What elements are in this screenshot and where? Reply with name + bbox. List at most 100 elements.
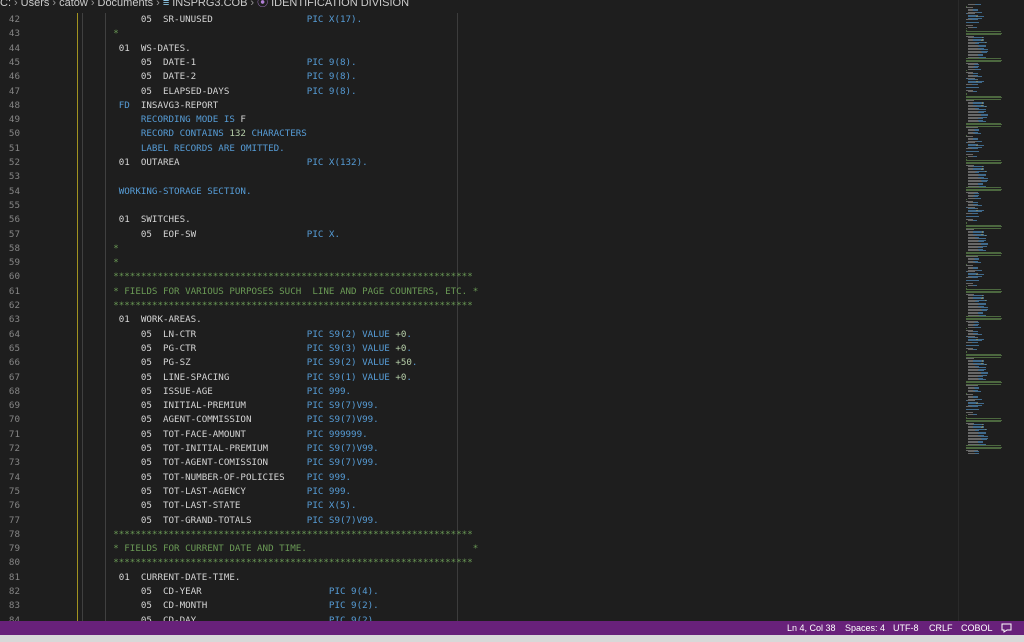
code-line[interactable]: 45 05 DATE-1 PIC 9(8). [0,56,958,70]
minimap[interactable] [958,0,1024,621]
code-line[interactable]: 68 05 ISSUE-AGE PIC 999. [0,385,958,399]
code-line[interactable]: 82 05 CD-YEAR PIC 9(4). [0,585,958,599]
code-line[interactable]: 47 05 ELAPSED-DAYS PIC 9(8). [0,85,958,99]
code-line[interactable]: 71 05 TOT-FACE-AMOUNT PIC 999999. [0,428,958,442]
code-token: PIC S9(3) VALUE [306,342,396,354]
code-line[interactable]: 57 05 EOF-SW PIC X. [0,228,958,242]
code-token: 05 AGENT-COMMISSION [80,414,307,426]
code-line[interactable]: 77 05 TOT-GRAND-TOTALS PIC S9(7)V99. [0,514,958,528]
code-line[interactable]: 60 *************************************… [0,270,958,284]
feedback-icon[interactable] [1001,622,1012,635]
code-line[interactable]: 55 [0,199,958,213]
code-line[interactable]: 65 05 PG-CTR PIC S9(3) VALUE +0. [0,342,958,356]
breadcrumb-item[interactable]: Users [21,0,50,8]
code-line[interactable]: 80 *************************************… [0,556,958,570]
code-line[interactable]: 54 WORKING-STORAGE SECTION. [0,185,958,199]
indentation-setting[interactable]: Spaces: 4 [845,623,885,633]
code-line[interactable]: 78 *************************************… [0,528,958,542]
line-number: 45 [8,56,20,68]
code-line[interactable]: 79 * FIELDS FOR CURRENT DATE AND TIME. * [0,542,958,556]
code-line[interactable]: 67 05 LINE-SPACING PIC S9(1) VALUE +0. [0,371,958,385]
code-token: PIC 999999. [306,428,368,440]
breadcrumb-item[interactable]: C: [0,0,11,8]
code-line[interactable]: 56 01 SWITCHES. [0,213,958,227]
code-token: PIC X(17). [306,14,363,25]
code-line[interactable]: 75 05 TOT-LAST-AGENCY PIC 999. [0,485,958,499]
breadcrumb-item[interactable]: Documents [98,0,154,8]
code-text: 05 TOT-INITIAL-PREMIUM PIC S9(7)V99. [80,442,379,456]
code-line[interactable]: 64 05 LN-CTR PIC S9(2) VALUE +0. [0,328,958,342]
breadcrumb-separator: › [90,0,95,8]
code-line[interactable]: 50 RECORD CONTAINS 132 CHARACTERS [0,127,958,141]
code-line[interactable]: 76 05 TOT-LAST-STATE PIC X(5). [0,499,958,513]
line-number: 50 [8,128,20,140]
line-number: 81 [8,571,20,583]
breadcrumb-item[interactable]: catow [59,0,88,8]
code-line[interactable]: 42 05 SR-UNUSED PIC X(17). [0,13,958,27]
line-number: 65 [8,342,20,354]
code-line[interactable]: 69 05 INITIAL-PREMIUM PIC S9(7)V99. [0,399,958,413]
code-token: 05 TOT-INITIAL-PREMIUM [80,443,307,454]
code-line[interactable]: 84 05 CD-DAY PIC 9(2). [0,614,958,621]
line-number: 60 [8,271,20,283]
code-token: 05 TOT-NUMBER-OF-POLICIES [80,471,307,483]
code-token: PIC X(5). [306,500,357,512]
code-line[interactable]: 62 *************************************… [0,299,958,313]
code-token: 05 CD-MONTH [80,600,329,612]
line-number: 78 [8,528,20,540]
code-text: 05 TOT-GRAND-TOTALS PIC S9(7)V99. [80,514,379,528]
code-line[interactable]: 44 01 WS-DATES. [0,42,958,56]
code-line[interactable]: 73 05 TOT-AGENT-COMISSION PIC S9(7)V99. [0,456,958,470]
code-token: 132 [229,128,246,140]
line-number: 73 [8,457,20,469]
lines-icon: ≡ [162,0,170,8]
line-number: 84 [8,614,20,621]
code-line[interactable]: 83 05 CD-MONTH PIC 9(2). [0,599,958,613]
code-line[interactable]: 66 05 PG-SZ PIC S9(2) VALUE +50. [0,356,958,370]
line-number: 58 [8,242,20,254]
code-line[interactable]: 61 * FIELDS FOR VARIOUS PURPOSES SUCH LI… [0,285,958,299]
code-editor[interactable]: 42 05 SR-UNUSED PIC X(17). 43 * 44 01 WS-D… [0,13,958,621]
code-token: 05 LINE-SPACING [80,371,307,383]
code-token: PIC S9(2) VALUE [306,357,396,369]
code-token: RECORD CONTAINS [80,128,230,140]
breadcrumb-separator: › [14,0,18,8]
code-text: ****************************************… [80,299,473,313]
breadcrumb-item[interactable]: IDENTIFICATION DIVISION [271,0,409,8]
code-line[interactable]: 49 RECORDING MODE IS F [0,113,958,127]
code-line[interactable]: 72 05 TOT-INITIAL-PREMIUM PIC S9(7)V99. [0,442,958,456]
code-token: . [411,357,418,369]
language-mode[interactable]: COBOL [961,623,993,633]
code-text: ****************************************… [80,528,473,542]
line-number: 43 [8,28,20,40]
line-number: 74 [8,471,20,483]
eol-setting[interactable]: CRLF [929,623,953,633]
code-token: 05 EOF-SW [80,228,307,240]
line-number: 54 [8,185,20,197]
code-line[interactable]: 70 05 AGENT-COMMISSION PIC S9(7)V99. [0,413,958,427]
code-line[interactable]: 59 * [0,256,958,270]
taskbar-strip [0,635,1024,642]
code-line[interactable]: 81 01 CURRENT-DATE-TIME. [0,571,958,585]
code-line[interactable]: 43 * [0,27,958,41]
line-number: 76 [8,500,20,512]
line-number: 61 [8,285,20,297]
code-token: * [80,28,119,40]
code-line[interactable]: 48 FD INSAVG3-REPORT [0,99,958,113]
breadcrumb-item[interactable]: INSPRG3.COB [172,0,247,8]
code-line[interactable]: 51 LABEL RECORDS ARE OMITTED. [0,142,958,156]
code-line[interactable]: 53 [0,170,958,184]
code-line[interactable]: 74 05 TOT-NUMBER-OF-POLICIES PIC 999. [0,471,958,485]
cursor-position[interactable]: Ln 4, Col 38 [787,623,836,633]
code-line[interactable]: 46 05 DATE-2 PIC 9(8). [0,70,958,84]
code-text: 05 LINE-SPACING PIC S9(1) VALUE +0. [80,371,412,385]
code-line[interactable]: 52 01 OUTAREA PIC X(132). [0,156,958,170]
code-token: 05 PG-SZ [80,357,307,369]
code-line[interactable]: 63 01 WORK-AREAS. [0,313,958,327]
code-text: 05 CD-DAY PIC 9(2). [80,614,379,621]
code-text: 05 INITIAL-PREMIUM PIC S9(7)V99. [80,399,379,413]
line-number: 44 [8,42,20,54]
code-line[interactable]: 58 * [0,242,958,256]
encoding-setting[interactable]: UTF-8 [893,623,919,633]
code-token: PIC S9(2) VALUE [306,328,396,340]
